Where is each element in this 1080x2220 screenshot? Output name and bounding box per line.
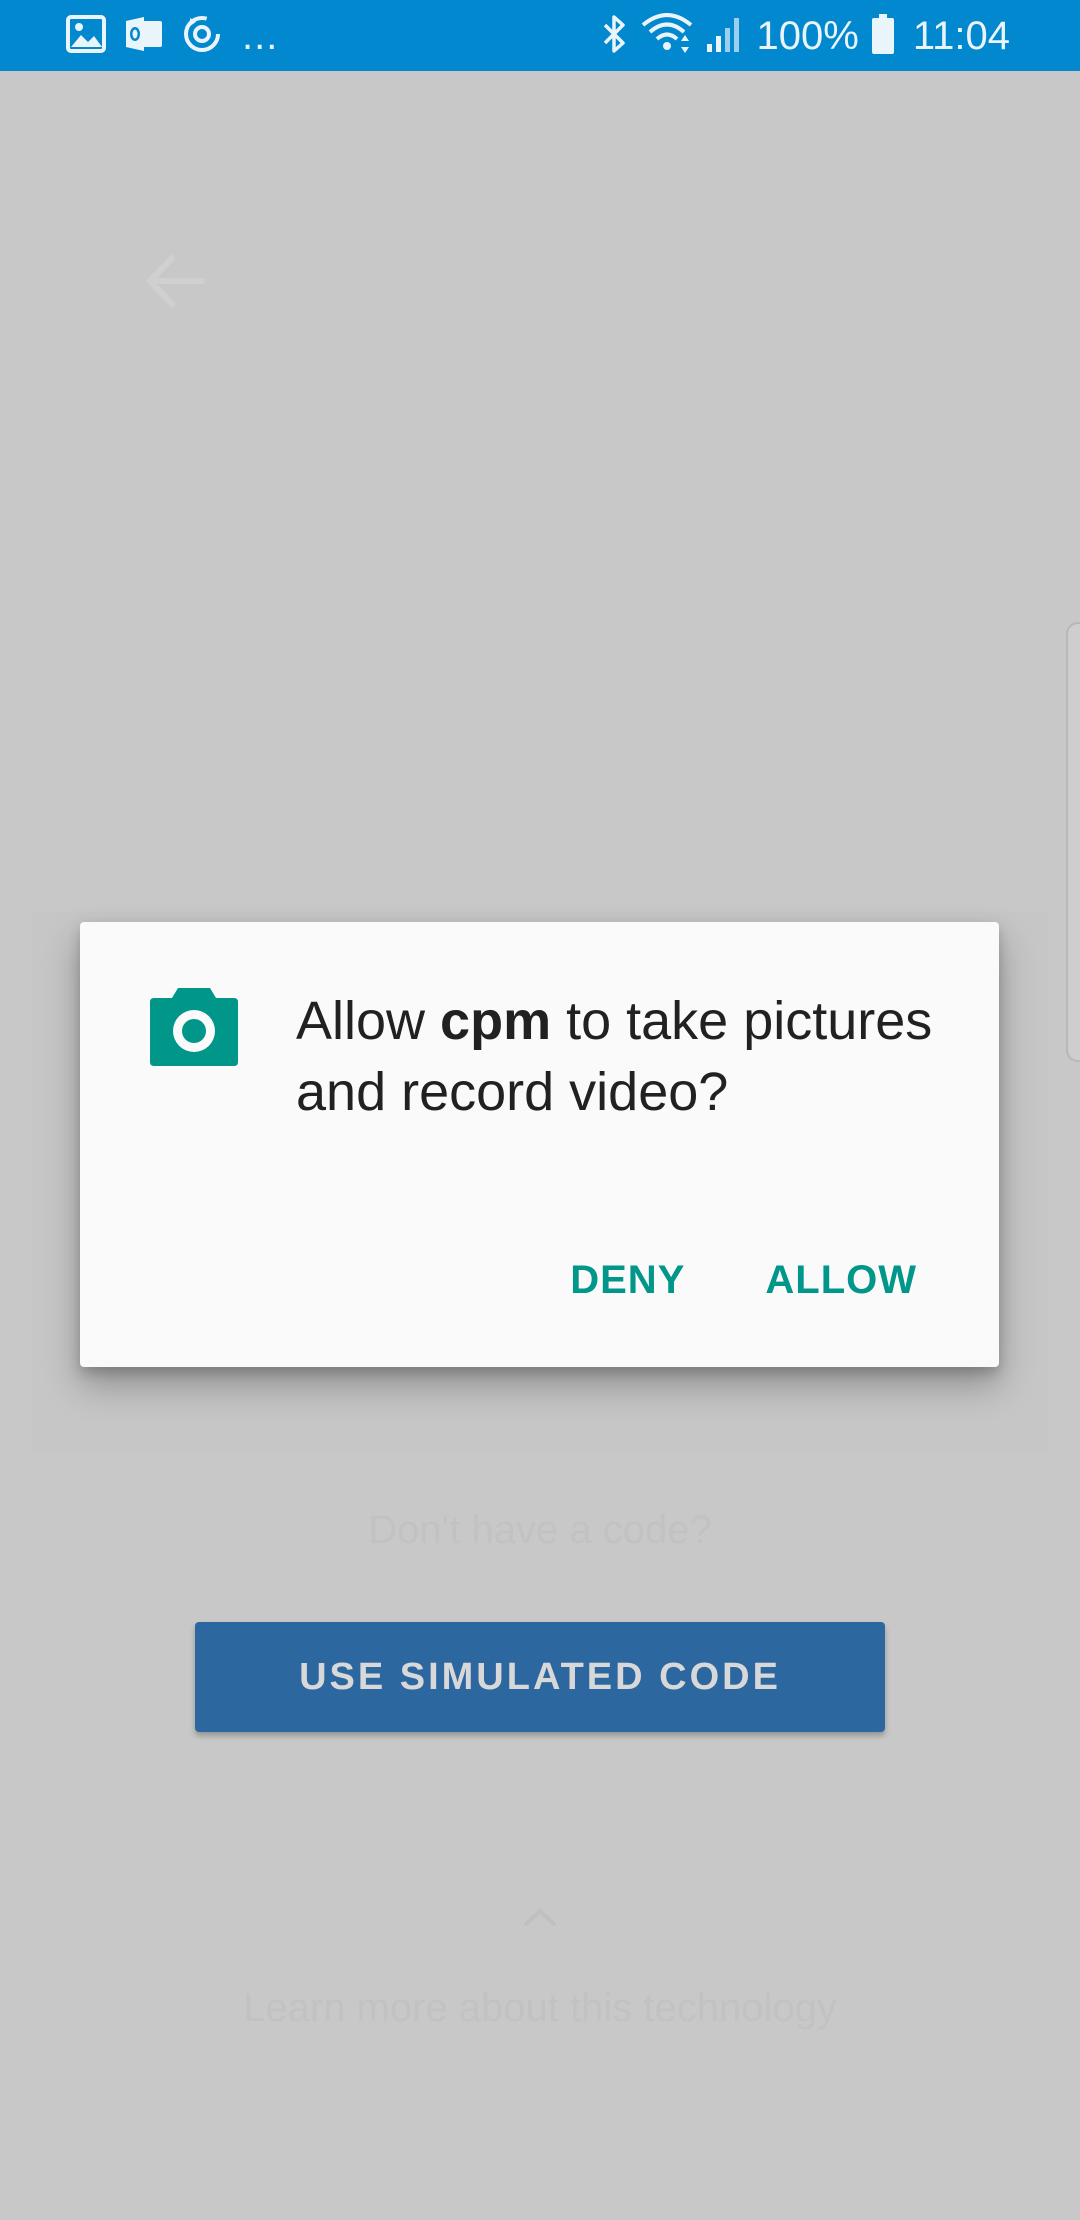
camera-permission-dialog: Allow cpm to take pictures and record vi… [80, 922, 999, 1367]
clock: 11:04 [912, 14, 1010, 58]
dialog-message: Allow cpm to take pictures and record vi… [296, 986, 956, 1128]
notification-icons: ... [66, 14, 278, 58]
edge-panel-handle[interactable] [1066, 622, 1080, 1062]
message-prefix: Allow [296, 991, 441, 1051]
use-simulated-code-button[interactable]: USE SIMULATED CODE [195, 1622, 885, 1732]
gallery-icon [66, 14, 106, 58]
status-bar: ... 100% 11:04 [0, 0, 1080, 71]
arrow-back-icon[interactable] [142, 248, 208, 314]
sync-icon [182, 14, 222, 59]
outlook-icon [124, 15, 164, 58]
no-code-text[interactable]: Don't have a code? [0, 1508, 1080, 1553]
signal-icon [705, 14, 745, 59]
screen: ... 100% 11:04 Don't have a code? USE SI… [0, 0, 1080, 2220]
deny-button[interactable]: DENY [570, 1258, 685, 1303]
app-name: cpm [440, 991, 552, 1051]
bluetooth-icon [601, 13, 629, 60]
chevron-up-icon[interactable] [522, 1906, 558, 1928]
allow-button[interactable]: ALLOW [765, 1258, 917, 1303]
dialog-actions: DENY ALLOW [570, 1258, 917, 1303]
more-notifications-indicator: ... [242, 14, 279, 58]
learn-more-link[interactable]: Learn more about this technology [0, 1986, 1080, 2031]
wifi-icon [641, 12, 693, 60]
system-status-icons: 100% 11:04 [601, 12, 1010, 60]
camera-icon [148, 984, 240, 1068]
battery-percent: 100% [756, 14, 859, 58]
battery-icon [871, 13, 895, 60]
